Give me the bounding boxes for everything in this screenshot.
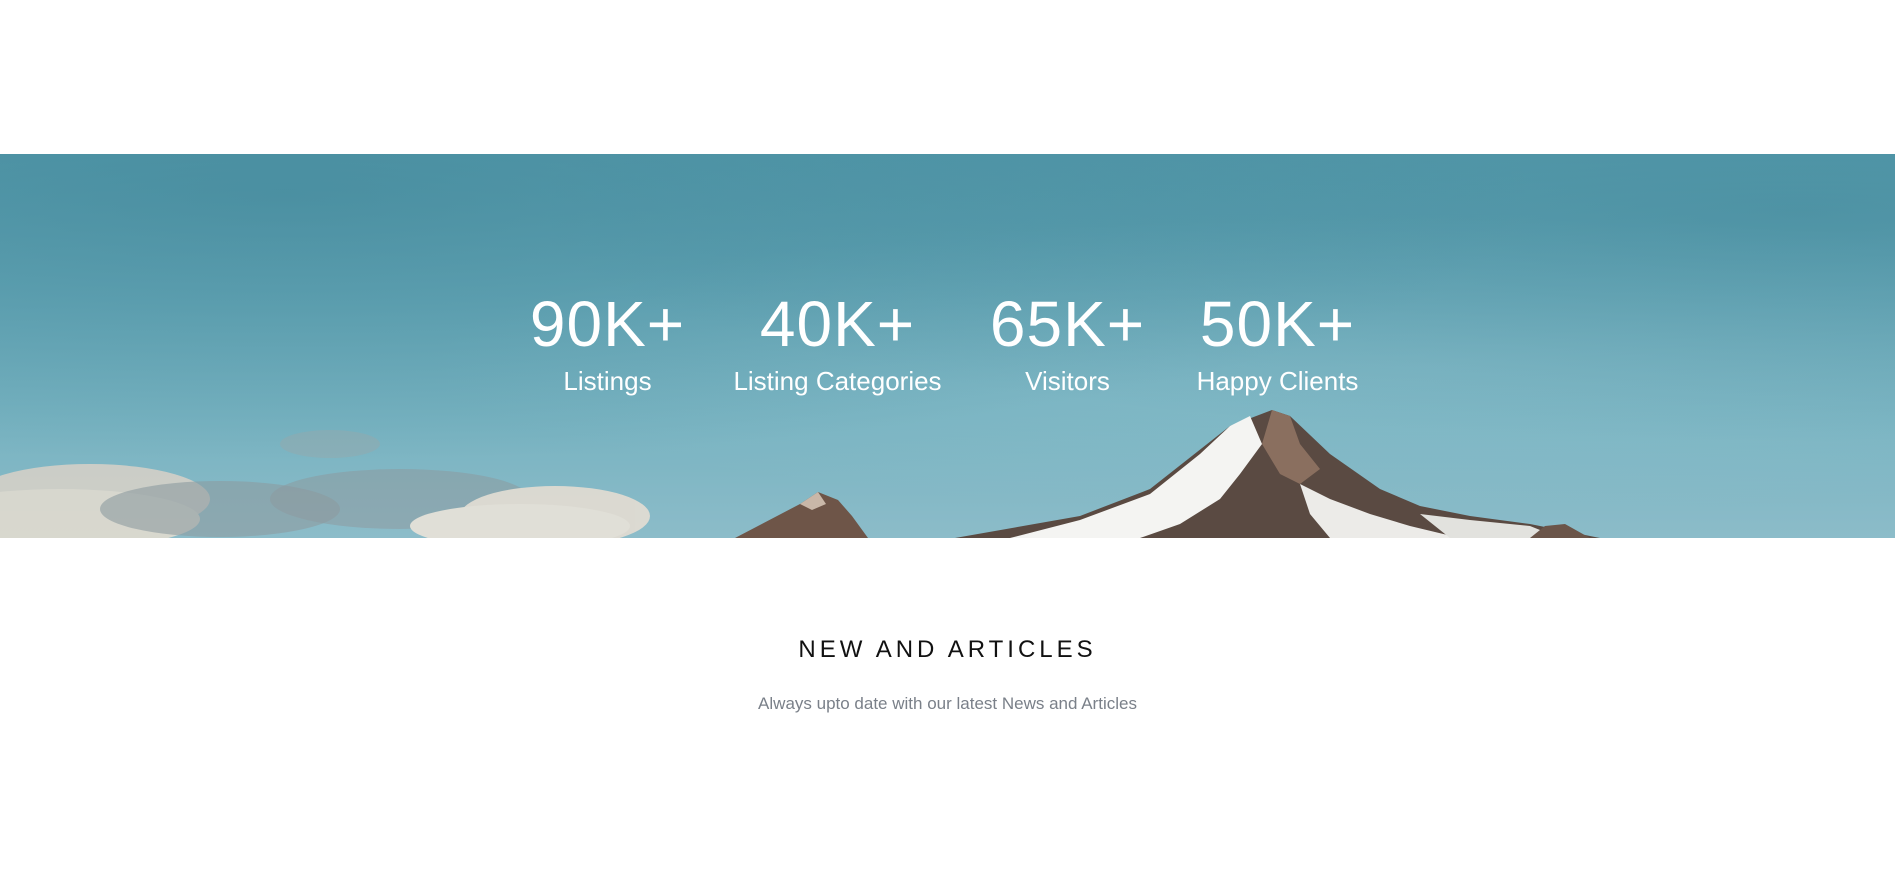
top-spacer — [0, 0, 1895, 154]
stat-value: 40K+ — [759, 288, 916, 360]
stat-value: 90K+ — [529, 288, 686, 360]
stat-happy-clients: 50K+ Happy Clients — [1168, 286, 1388, 398]
section-subtitle: Always upto date with our latest News an… — [758, 694, 1137, 713]
stat-label: Listings — [563, 366, 652, 396]
stat-listings: 90K+ Listings — [508, 286, 708, 398]
section-title: NEW AND ARTICLES — [798, 636, 1097, 663]
stat-visitors: 65K+ Visitors — [968, 286, 1168, 398]
stats-row: 90K+ Listings 40K+ Listing Categories 65… — [0, 286, 1895, 398]
stat-value: 50K+ — [1199, 288, 1356, 360]
stat-value: 65K+ — [989, 288, 1146, 360]
stats-banner: 90K+ Listings 40K+ Listing Categories 65… — [0, 154, 1895, 538]
stat-label: Visitors — [1025, 366, 1110, 396]
stat-listing-categories: 40K+ Listing Categories — [708, 286, 968, 398]
news-articles-section: NEW AND ARTICLES Always upto date with o… — [0, 538, 1895, 714]
stat-label: Listing Categories — [733, 366, 942, 396]
stat-label: Happy Clients — [1196, 366, 1359, 396]
